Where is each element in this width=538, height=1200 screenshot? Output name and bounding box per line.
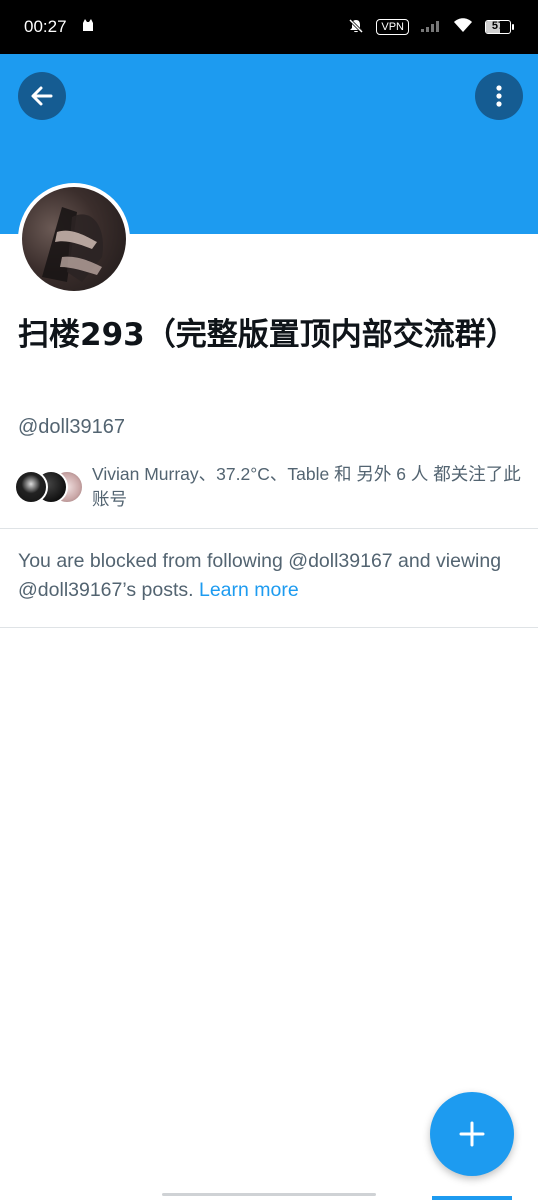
compose-post-button[interactable] — [430, 1092, 514, 1176]
plus-icon — [459, 1121, 485, 1147]
back-button[interactable] — [18, 72, 66, 120]
learn-more-link[interactable]: Learn more — [199, 579, 299, 601]
profile-handle: @doll39167 — [18, 416, 126, 438]
app-notification-icon — [81, 17, 95, 37]
arrow-left-icon — [31, 86, 53, 106]
battery-icon: 57 — [485, 20, 514, 34]
status-time: 00:27 — [24, 17, 67, 36]
profile-avatar[interactable] — [18, 183, 130, 295]
status-bar: 00:27 VPN 57 — [0, 0, 538, 54]
follower-avatars — [14, 470, 86, 510]
wifi-icon — [453, 18, 473, 36]
mute-icon — [348, 18, 364, 37]
followers-you-know-text: Vivian Murray、37.2°C、Table 和 另外 6 人 都关注了… — [92, 464, 521, 509]
avatar-image — [22, 187, 126, 291]
follower-avatar — [14, 470, 48, 504]
battery-level: 57 — [491, 20, 505, 32]
divider — [0, 627, 538, 628]
more-options-button[interactable] — [475, 72, 523, 120]
bottom-edge-accent — [432, 1196, 512, 1200]
followers-you-know[interactable]: Vivian Murray、37.2°C、Table 和 另外 6 人 都关注了… — [14, 462, 524, 512]
display-name: 扫楼293（完整版置顶内部交流群） — [18, 317, 517, 353]
blocked-notice: You are blocked from following @doll3916… — [18, 547, 518, 605]
more-vertical-icon — [496, 85, 502, 107]
cellular-signal-icon — [421, 20, 441, 35]
home-indicator[interactable] — [162, 1193, 376, 1196]
divider — [0, 528, 538, 529]
vpn-badge: VPN — [376, 19, 409, 35]
